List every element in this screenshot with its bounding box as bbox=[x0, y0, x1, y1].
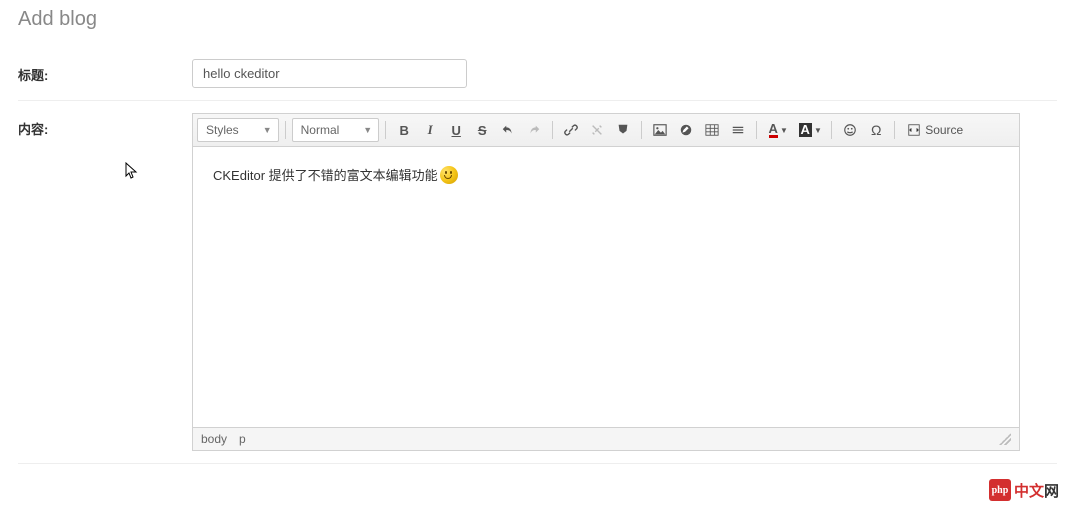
source-label: Source bbox=[925, 123, 963, 137]
bold-button[interactable]: B bbox=[392, 118, 416, 142]
hr-icon bbox=[731, 123, 745, 137]
source-button[interactable]: Source bbox=[901, 118, 969, 142]
elements-path: body p bbox=[201, 432, 246, 446]
logo-text-black: 网 bbox=[1044, 480, 1059, 501]
smiley-button[interactable] bbox=[838, 118, 862, 142]
bgcolor-button[interactable]: A ▼ bbox=[795, 118, 825, 142]
format-combo[interactable]: Normal ▼ bbox=[292, 118, 380, 142]
format-paint-icon bbox=[679, 123, 693, 137]
source-icon bbox=[907, 123, 921, 137]
path-body[interactable]: body bbox=[201, 432, 227, 446]
redo-icon bbox=[527, 123, 541, 137]
toolbar-separator bbox=[756, 121, 757, 139]
content-label: 内容: bbox=[18, 113, 192, 138]
underline-button[interactable]: U bbox=[444, 118, 468, 142]
styles-combo-label: Styles bbox=[206, 123, 239, 137]
anchor-button[interactable] bbox=[611, 118, 635, 142]
smiley-emoji bbox=[440, 166, 458, 184]
textcolor-button[interactable]: A ▼ bbox=[763, 118, 793, 142]
chevron-down-icon: ▼ bbox=[814, 126, 822, 135]
editor-content[interactable]: CKEditor 提供了不错的富文本编辑功能 bbox=[193, 147, 1019, 427]
anchor-icon bbox=[616, 123, 630, 137]
content-text: CKEditor 提供了不错的富文本编辑功能 bbox=[213, 165, 438, 184]
bg-color-icon: A bbox=[799, 123, 812, 137]
chevron-down-icon: ▼ bbox=[780, 126, 788, 135]
page-title: Add blog bbox=[18, 8, 1057, 31]
toolbar-separator bbox=[285, 121, 286, 139]
toolbar-separator bbox=[552, 121, 553, 139]
undo-icon bbox=[501, 123, 515, 137]
image-icon bbox=[653, 123, 667, 137]
form-row-title: 标题: bbox=[18, 47, 1057, 101]
strike-icon: S bbox=[478, 123, 487, 138]
formatpaint-button[interactable] bbox=[674, 118, 698, 142]
image-button[interactable] bbox=[648, 118, 672, 142]
link-button[interactable] bbox=[559, 118, 583, 142]
ckeditor: Styles ▼ Normal ▼ B I U S bbox=[192, 113, 1020, 451]
unlink-button[interactable] bbox=[585, 118, 609, 142]
logo-badge-icon: php bbox=[989, 479, 1011, 501]
text-color-icon: A bbox=[769, 123, 778, 138]
strike-button[interactable]: S bbox=[470, 118, 494, 142]
site-logo: php 中文 网 bbox=[989, 479, 1059, 501]
bold-icon: B bbox=[400, 123, 409, 138]
form-row-content: 内容: Styles ▼ Normal ▼ B I bbox=[18, 101, 1057, 464]
toolbar-separator bbox=[894, 121, 895, 139]
title-label: 标题: bbox=[18, 59, 192, 84]
specialchar-button[interactable]: Ω bbox=[864, 118, 888, 142]
smiley-icon bbox=[843, 123, 857, 137]
toolbar-separator bbox=[831, 121, 832, 139]
table-icon bbox=[705, 123, 719, 137]
format-combo-label: Normal bbox=[301, 123, 340, 137]
toolbar-separator bbox=[641, 121, 642, 139]
path-p[interactable]: p bbox=[239, 432, 246, 446]
title-input[interactable] bbox=[192, 59, 467, 88]
italic-button[interactable]: I bbox=[418, 118, 442, 142]
italic-icon: I bbox=[428, 122, 433, 138]
hr-button[interactable] bbox=[726, 118, 750, 142]
logo-text-red: 中文 bbox=[1014, 480, 1044, 501]
editor-footer: body p bbox=[193, 427, 1019, 450]
resize-handle[interactable] bbox=[999, 433, 1011, 445]
styles-combo[interactable]: Styles ▼ bbox=[197, 118, 279, 142]
toolbar-separator bbox=[385, 121, 386, 139]
editor-toolbar: Styles ▼ Normal ▼ B I U S bbox=[193, 114, 1019, 147]
specialchar-icon: Ω bbox=[871, 122, 881, 138]
table-button[interactable] bbox=[700, 118, 724, 142]
undo-button[interactable] bbox=[496, 118, 520, 142]
link-icon bbox=[564, 123, 578, 137]
chevron-down-icon: ▼ bbox=[263, 125, 272, 135]
chevron-down-icon: ▼ bbox=[363, 125, 372, 135]
redo-button[interactable] bbox=[522, 118, 546, 142]
unlink-icon bbox=[590, 123, 604, 137]
underline-icon: U bbox=[452, 123, 461, 138]
